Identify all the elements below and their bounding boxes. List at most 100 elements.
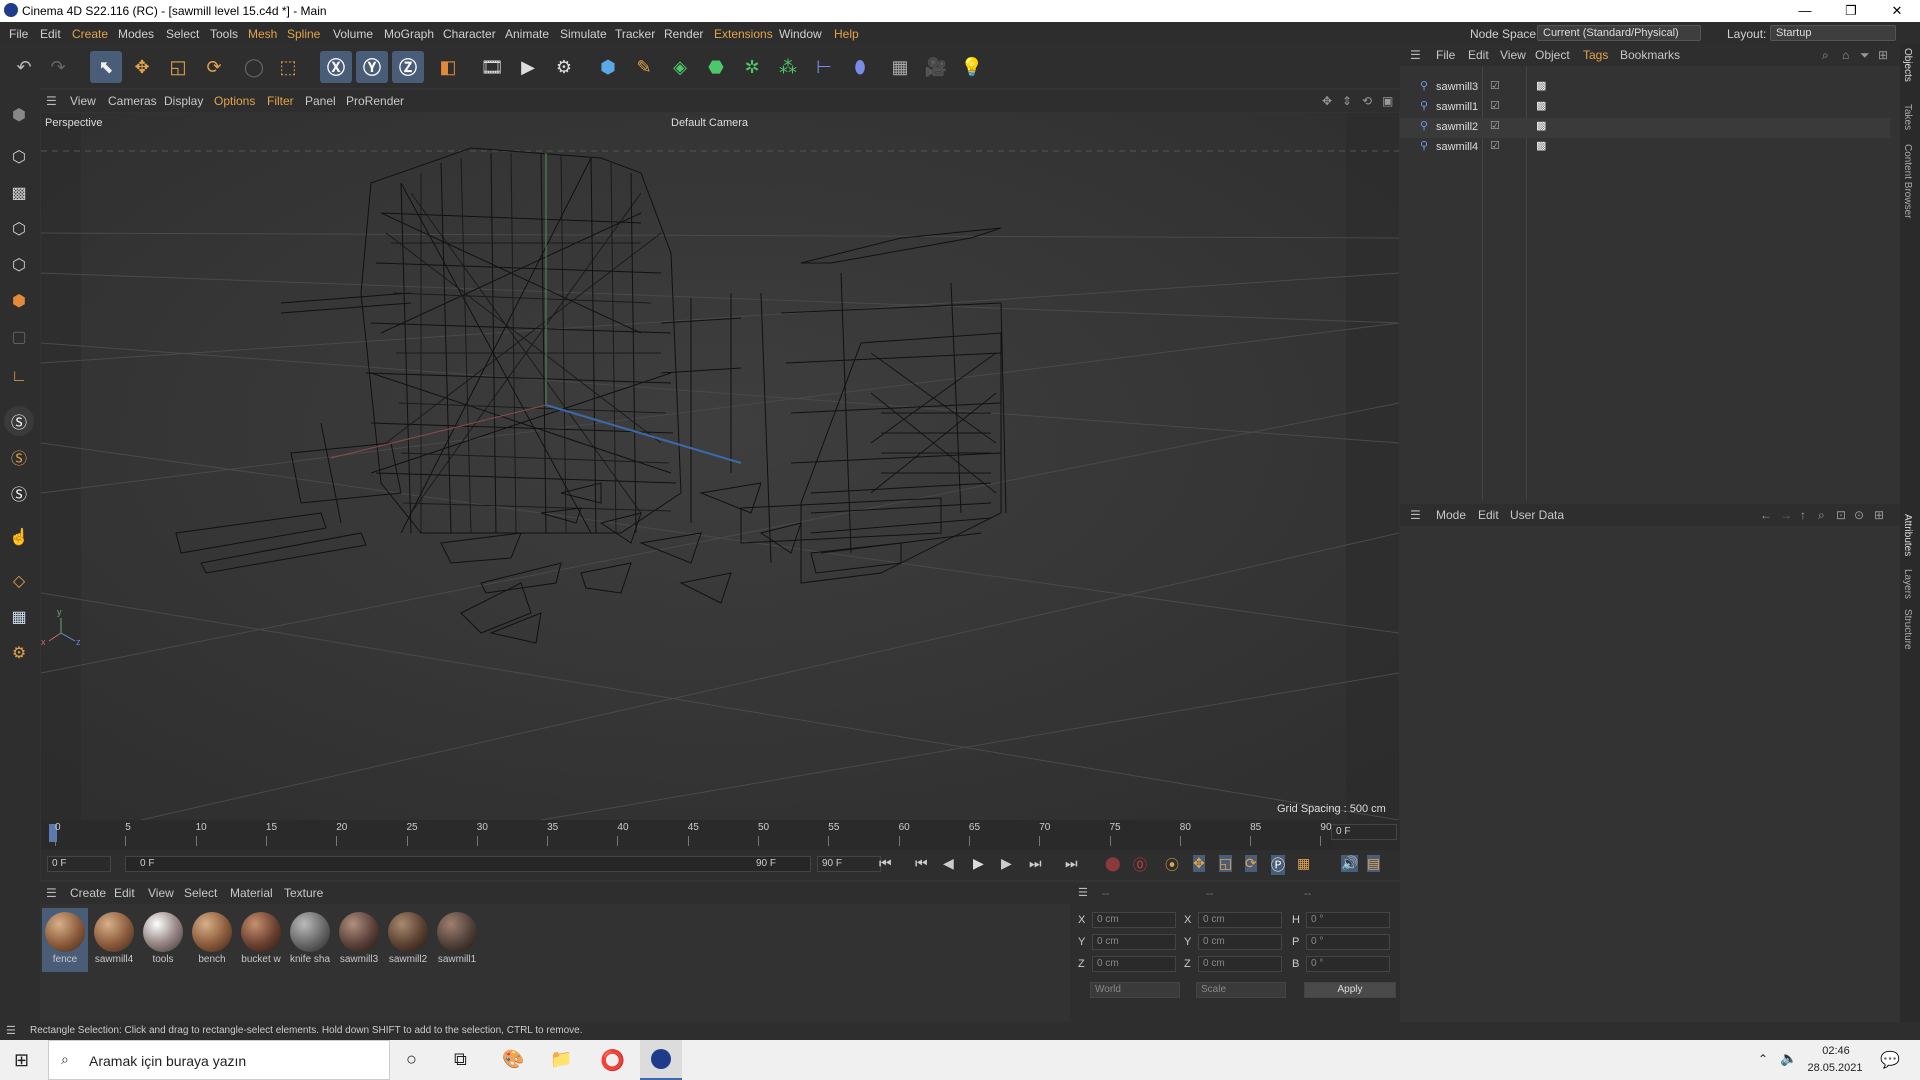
selection-tools-icon[interactable]: ⬚ bbox=[272, 51, 304, 83]
minimize-button[interactable]: — bbox=[1782, 0, 1828, 22]
material-menu-view[interactable]: View bbox=[148, 886, 174, 900]
uv-mode-icon[interactable]: ▢ bbox=[4, 322, 34, 352]
menu-create[interactable]: Create bbox=[72, 27, 108, 41]
bend-deformer-icon[interactable]: ⊢ bbox=[808, 51, 840, 83]
snap-icon[interactable]: Ⓢ bbox=[4, 406, 34, 436]
snap-settings-icon[interactable]: Ⓢ bbox=[4, 442, 34, 472]
render-settings-icon[interactable]: ⚙ bbox=[548, 51, 580, 83]
redo-icon[interactable]: ↷ bbox=[42, 51, 74, 83]
make-editable-icon[interactable]: ⬢ bbox=[4, 100, 34, 130]
show-hidden-icons-icon[interactable]: ⌃ bbox=[1758, 1052, 1768, 1066]
menu-simulate[interactable]: Simulate bbox=[560, 27, 607, 41]
locked-workplane-icon[interactable]: ⚙ bbox=[4, 638, 34, 668]
menu-select[interactable]: Select bbox=[166, 27, 199, 41]
node-space-select[interactable]: Current (Standard/Physical) bbox=[1537, 25, 1701, 41]
close-button[interactable]: ✕ bbox=[1874, 0, 1920, 22]
material-menu-material[interactable]: Material bbox=[230, 886, 273, 900]
range-slider[interactable]: 0 F 90 F bbox=[125, 856, 811, 872]
menu-extensions[interactable]: Extensions bbox=[714, 27, 773, 41]
material-swatch[interactable]: knife sha bbox=[287, 908, 333, 972]
field-icon[interactable]: ⬮ bbox=[844, 51, 876, 83]
end-frame-field[interactable]: 90 F bbox=[817, 856, 881, 872]
viewport-hamburger-icon[interactable]: ☰ bbox=[46, 94, 57, 108]
workplane-icon[interactable]: ◇ bbox=[4, 566, 34, 596]
status-hamburger-icon[interactable]: ☰ bbox=[6, 1024, 16, 1037]
render-view-icon[interactable]: 🎞 bbox=[476, 51, 508, 83]
material-menu-create[interactable]: Create bbox=[70, 886, 106, 900]
keyframe-selection-icon[interactable]: ⦿ bbox=[1165, 855, 1179, 875]
apply-button[interactable]: Apply bbox=[1304, 982, 1396, 998]
viewport-menu-options[interactable]: Options bbox=[214, 94, 255, 108]
menu-spline[interactable]: Spline bbox=[287, 27, 320, 41]
viewport-menu-panel[interactable]: Panel bbox=[305, 94, 336, 108]
rotation-key-icon[interactable]: ⟳ bbox=[1245, 855, 1257, 872]
3d-viewport[interactable]: y x z Perspective Default Camera Grid Sp… bbox=[41, 113, 1399, 820]
material-swatch[interactable]: sawmill4 bbox=[91, 908, 137, 972]
menu-tools[interactable]: Tools bbox=[210, 27, 238, 41]
notifications-icon[interactable]: 💬 bbox=[1880, 1050, 1900, 1070]
material-tag-icon[interactable]: ▩ bbox=[1536, 139, 1546, 152]
material-swatch[interactable]: sawmill1 bbox=[434, 908, 480, 972]
object-row[interactable]: ⚲ sawmill4 ☑ ▩ bbox=[1400, 138, 1890, 158]
pla-key-icon[interactable]: ▦ bbox=[1297, 855, 1310, 872]
search-icon[interactable]: ⌕ bbox=[1822, 48, 1829, 63]
timeline-icon[interactable]: ▤ bbox=[1367, 855, 1381, 872]
menu-mesh[interactable]: Mesh bbox=[248, 27, 277, 41]
x-axis-icon[interactable]: Ⓧ bbox=[320, 51, 352, 83]
clock-time[interactable]: 02:46 bbox=[1813, 1045, 1859, 1057]
menu-help[interactable]: Help bbox=[834, 27, 859, 41]
material-hamburger-icon[interactable]: ☰ bbox=[46, 886, 57, 900]
attribute-menu-mode[interactable]: Mode bbox=[1436, 508, 1466, 522]
position-y-field[interactable]: 0 cm bbox=[1092, 934, 1176, 950]
object-menu-edit[interactable]: Edit bbox=[1468, 48, 1489, 62]
coordinate-system-icon[interactable]: ◧ bbox=[432, 51, 464, 83]
material-menu-texture[interactable]: Texture bbox=[284, 886, 323, 900]
scale-key-icon[interactable]: ◱ bbox=[1219, 855, 1233, 872]
start-frame-field[interactable]: 0 F bbox=[47, 856, 111, 872]
menu-volume[interactable]: Volume bbox=[333, 27, 373, 41]
rotation-b-field[interactable]: 0 ° bbox=[1306, 956, 1390, 972]
parameter-key-icon[interactable]: Ⓟ bbox=[1271, 855, 1285, 875]
layout-select[interactable]: Startup bbox=[1770, 25, 1896, 41]
material-tag-icon[interactable]: ▩ bbox=[1536, 99, 1546, 112]
material-menu-edit[interactable]: Edit bbox=[114, 886, 135, 900]
rotation-h-field[interactable]: 0 ° bbox=[1306, 912, 1390, 928]
object-hamburger-icon[interactable]: ☰ bbox=[1410, 48, 1421, 62]
search-icon[interactable]: ⌕ bbox=[1818, 508, 1825, 523]
attribute-menu-edit[interactable]: Edit bbox=[1478, 508, 1499, 522]
size-x-field[interactable]: 0 cm bbox=[1198, 912, 1282, 928]
visibility-toggle-icon[interactable]: ☑ bbox=[1490, 139, 1500, 152]
subdivision-surface-icon[interactable]: ◈ bbox=[664, 51, 696, 83]
material-tag-icon[interactable]: ▩ bbox=[1536, 79, 1546, 92]
z-axis-icon[interactable]: Ⓩ bbox=[392, 51, 424, 83]
position-x-field[interactable]: 0 cm bbox=[1092, 912, 1176, 928]
maximize-view-icon[interactable]: ▣ bbox=[1382, 94, 1393, 108]
visibility-toggle-icon[interactable]: ☑ bbox=[1490, 99, 1500, 112]
floor-icon[interactable]: ▦ bbox=[884, 51, 916, 83]
menu-file[interactable]: File bbox=[9, 27, 28, 41]
pan-view-icon[interactable]: ✥ bbox=[1322, 94, 1332, 108]
go-to-start-icon[interactable]: ⏮ bbox=[879, 855, 892, 872]
edges-mode-icon[interactable]: ⬡ bbox=[4, 250, 34, 280]
size-z-field[interactable]: 0 cm bbox=[1198, 956, 1282, 972]
menu-animate[interactable]: Animate bbox=[505, 27, 549, 41]
material-tag-icon[interactable]: ▩ bbox=[1536, 119, 1546, 132]
move-icon[interactable]: ✥ bbox=[126, 51, 158, 83]
object-row[interactable]: ⚲ sawmill2 ☑ ▩ bbox=[1400, 118, 1890, 138]
maximize-button[interactable]: ❐ bbox=[1828, 0, 1874, 22]
material-menu-select[interactable]: Select bbox=[184, 886, 217, 900]
viewport-menu-filter[interactable]: Filter bbox=[267, 94, 294, 108]
light-icon[interactable]: 💡 bbox=[956, 51, 988, 83]
play-icon[interactable]: ▶ bbox=[973, 855, 984, 872]
visibility-toggle-icon[interactable]: ☑ bbox=[1490, 79, 1500, 92]
attribute-hamburger-icon[interactable]: ☰ bbox=[1410, 508, 1421, 522]
cube-icon[interactable]: ⬢ bbox=[592, 51, 624, 83]
rotate-view-icon[interactable]: ⟲ bbox=[1362, 94, 1372, 108]
material-swatch[interactable]: bucket w bbox=[238, 908, 284, 972]
zoom-view-icon[interactable]: ⇕ bbox=[1342, 94, 1352, 108]
position-key-icon[interactable]: ✥ bbox=[1193, 855, 1205, 872]
volume-icon[interactable]: 🔈 bbox=[1780, 1050, 1797, 1067]
forward-arrow-icon[interactable]: → bbox=[1780, 508, 1792, 522]
next-frame-icon[interactable]: ▶ bbox=[1001, 855, 1012, 872]
rotate-icon[interactable]: ⟳ bbox=[198, 51, 230, 83]
